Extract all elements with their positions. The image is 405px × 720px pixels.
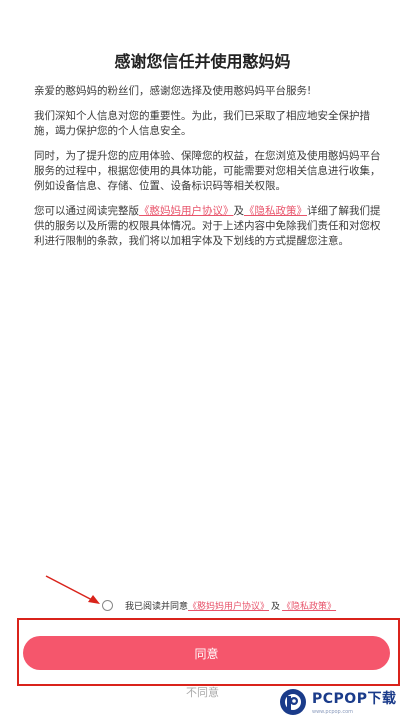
watermark-subtext: www.pcpop.com	[312, 709, 353, 715]
watermark-logo: PCPOP下载 www.pcpop.com	[278, 683, 405, 720]
watermark-brand: PCPOP下载	[312, 691, 397, 707]
consent-and-text: 及	[271, 601, 281, 612]
dialog-content: 亲爱的憨妈妈的粉丝们，感谢您选择及使用憨妈妈平台服务! 我们深知个人信息对您的重…	[34, 84, 383, 259]
watermark-text-group: PCPOP下载 www.pcpop.com	[312, 688, 396, 715]
consent-prefix: 我已阅读并同意	[125, 601, 189, 612]
paragraph-permissions: 同时，为了提升您的应用体验、保障您的权益，在您浏览及使用憨妈妈平台服务的过程中，…	[34, 150, 381, 192]
and-text: 及	[233, 205, 245, 217]
greeting-text: 亲爱的憨妈妈的粉丝们，感谢您选择及使用憨妈妈平台服务!	[34, 85, 312, 97]
consent-user-agreement-link[interactable]: 《憨妈妈用户协议》	[188, 599, 269, 612]
paragraph-agreements-prefix: 您可以通过阅读完整版	[34, 205, 139, 217]
user-agreement-link[interactable]: 《憨妈妈用户协议》	[139, 205, 234, 217]
consent-radio[interactable]	[102, 599, 113, 611]
agree-button[interactable]: 同意	[23, 636, 390, 670]
annotation-arrow-icon	[45, 575, 100, 604]
consent-row: 我已阅读并同意 《憨妈妈用户协议》 及 《隐私政策》	[102, 598, 336, 612]
dialog-title: 感谢您信任并使用憨妈妈	[114, 52, 291, 71]
pcpop-logo-icon	[280, 688, 306, 715]
privacy-policy-link[interactable]: 《隐私政策》	[244, 205, 307, 217]
paragraph-agreements: 您可以通过阅读完整版《憨妈妈用户协议》及《隐私政策》详细了解我们提供的服务以及所…	[34, 204, 383, 249]
paragraph-security: 我们深知个人信息对您的重要性。为此，我们已采取了相应地安全保护措施，竭力保护您的…	[34, 110, 370, 137]
consent-privacy-link[interactable]: 《隐私政策》	[282, 599, 336, 612]
